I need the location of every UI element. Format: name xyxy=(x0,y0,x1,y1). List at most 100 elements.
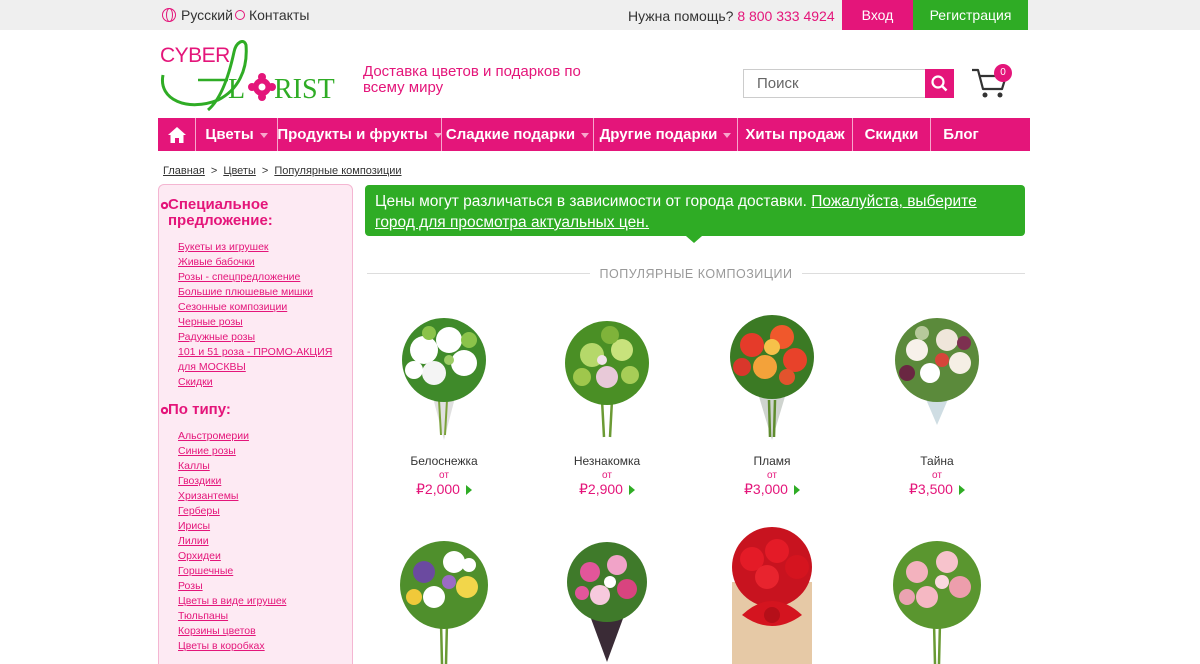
breadcrumb-home[interactable]: Главная xyxy=(163,165,205,177)
headset-icon xyxy=(234,10,245,20)
breadcrumb-flowers[interactable]: Цветы xyxy=(223,165,256,177)
phone-link[interactable]: 8 800 333 4924 xyxy=(737,8,834,24)
product-price-from: от xyxy=(439,470,449,481)
product-card[interactable]: Белоснежка от ₽2,000 xyxy=(369,305,519,499)
cart-count-badge: 0 xyxy=(994,64,1012,82)
product-card[interactable] xyxy=(369,527,519,664)
language-selector[interactable]: Русский Контакты xyxy=(162,7,309,23)
search-icon xyxy=(931,75,948,92)
city-price-notice: Цены могут различаться в зависимости от … xyxy=(365,185,1025,236)
product-card[interactable]: Тайна от ₽3,500 xyxy=(862,305,1012,499)
nav-item-label: Блог xyxy=(943,126,979,143)
sidebar-link[interactable]: Орхидеи xyxy=(178,549,348,564)
sidebar-link[interactable]: Корзины цветов xyxy=(178,624,348,639)
nav-item-other-gifts[interactable]: Другие подарки xyxy=(594,118,738,151)
sidebar-link[interactable]: Тюльпаны xyxy=(178,609,348,624)
product-name[interactable]: Незнакомка xyxy=(532,454,682,468)
product-name[interactable]: Пламя xyxy=(697,454,847,468)
sidebar-link[interactable]: Каллы xyxy=(178,459,348,474)
help-label: Нужна помощь? xyxy=(628,8,734,24)
sidebar-link[interactable]: Розы xyxy=(178,579,348,594)
nav-item-discounts[interactable]: Скидки xyxy=(853,118,931,151)
chevron-down-icon xyxy=(259,133,268,138)
nav-home[interactable] xyxy=(158,118,196,151)
nav-item-label: Скидки xyxy=(864,126,919,143)
breadcrumb-current[interactable]: Популярные композиции xyxy=(274,165,401,177)
product-image[interactable] xyxy=(862,305,1012,445)
sidebar-type-title: По типу: xyxy=(168,401,231,418)
nav-item-label: Продукты и фрукты xyxy=(277,126,428,143)
product-price-from: от xyxy=(602,470,612,481)
breadcrumb: Главная > Цветы > Популярные композиции xyxy=(163,165,402,177)
sidebar-link[interactable]: Большие плюшевые мишки xyxy=(178,285,348,300)
sidebar: Специальное предложение: Букеты из игруш… xyxy=(158,184,353,664)
language-label[interactable]: Русский xyxy=(181,7,233,23)
product-card[interactable]: Пламя от ₽3,000 xyxy=(697,305,847,499)
play-arrow-icon[interactable] xyxy=(628,484,635,495)
sidebar-link[interactable]: Живые бабочки xyxy=(178,255,348,270)
nav-item-flowers[interactable]: Цветы xyxy=(196,118,278,151)
sidebar-link[interactable]: Цветы в коробках xyxy=(178,639,348,654)
sidebar-link[interactable]: Горшечные xyxy=(178,564,348,579)
notice-pointer xyxy=(686,236,702,243)
sidebar-link[interactable]: Ирисы xyxy=(178,519,348,534)
product-card[interactable] xyxy=(697,527,847,664)
product-card[interactable] xyxy=(862,527,1012,664)
section-title-text: ПОПУЛЯРНЫЕ КОМПОЗИЦИИ xyxy=(589,267,803,281)
globe-icon xyxy=(162,8,176,22)
product-price-from: от xyxy=(767,470,777,481)
sidebar-link[interactable]: Хризантемы xyxy=(178,489,348,504)
sidebar-link[interactable]: Черные розы xyxy=(178,315,348,330)
sidebar-link[interactable]: Лилии xyxy=(178,534,348,549)
sidebar-type-heading: По типу: xyxy=(160,401,231,418)
nav-item-products[interactable]: Продукты и фрукты xyxy=(277,118,442,151)
product-image[interactable] xyxy=(369,527,519,664)
product-name[interactable]: Белоснежка xyxy=(369,454,519,468)
svg-text:L: L xyxy=(228,74,245,105)
product-card[interactable]: Незнакомка от ₽2,900 xyxy=(532,305,682,499)
sidebar-link[interactable]: Розы - спецпредложение xyxy=(178,270,348,285)
sidebar-link[interactable]: Гвоздики xyxy=(178,474,348,489)
play-arrow-icon[interactable] xyxy=(958,484,965,495)
sidebar-link[interactable]: Альстромерии xyxy=(178,429,348,444)
site-tagline: Доставка цветов и подарков по всему миру xyxy=(363,63,581,96)
sidebar-link[interactable]: Синие розы xyxy=(178,444,348,459)
flower-icon xyxy=(160,406,169,415)
contacts-link[interactable]: Контакты xyxy=(249,7,309,23)
sidebar-special-list: Букеты из игрушек Живые бабочки Розы - с… xyxy=(178,240,348,390)
product-image[interactable] xyxy=(697,527,847,664)
nav-item-bestsellers[interactable]: Хиты продаж xyxy=(738,118,853,151)
sidebar-link[interactable]: Букеты из игрушек xyxy=(178,240,348,255)
sidebar-link[interactable]: Радужные розы xyxy=(178,330,348,345)
nav-item-sweets[interactable]: Сладкие подарки xyxy=(442,118,594,151)
sidebar-link[interactable]: Цветы в виде игрушек xyxy=(178,594,348,609)
product-price-value: ₽2,900 xyxy=(579,481,623,497)
site-logo[interactable]: CYBER RIST L xyxy=(158,40,348,115)
product-image[interactable] xyxy=(697,305,847,445)
chevron-down-icon xyxy=(581,133,590,138)
search-button[interactable] xyxy=(925,69,954,98)
sidebar-link[interactable]: Скидки xyxy=(178,375,348,390)
nav-item-blog[interactable]: Блог xyxy=(931,118,991,151)
product-card[interactable] xyxy=(532,527,682,664)
sidebar-link[interactable]: Герберы xyxy=(178,504,348,519)
product-price-value: ₽3,500 xyxy=(909,481,953,497)
search-input[interactable] xyxy=(743,69,925,98)
product-price-value: ₽3,000 xyxy=(744,481,788,497)
product-image[interactable] xyxy=(532,527,682,664)
sidebar-link[interactable]: Сезонные композиции xyxy=(178,300,348,315)
home-icon xyxy=(167,126,186,143)
register-button[interactable]: Регистрация xyxy=(913,0,1028,30)
product-image[interactable] xyxy=(532,305,682,445)
sidebar-type-list: Альстромерии Синие розы Каллы Гвоздики Х… xyxy=(178,429,348,654)
section-title: ПОПУЛЯРНЫЕ КОМПОЗИЦИИ xyxy=(367,265,1025,281)
login-button[interactable]: Вход xyxy=(842,0,913,30)
help-line: Нужна помощь? 8 800 333 4924 xyxy=(628,8,835,24)
product-image[interactable] xyxy=(862,527,1012,664)
play-arrow-icon[interactable] xyxy=(465,484,472,495)
product-price: ₽3,500 xyxy=(909,481,965,498)
sidebar-link[interactable]: 101 и 51 роза - ПРОМО-АКЦИЯ для МОСКВЫ xyxy=(178,345,348,375)
product-name[interactable]: Тайна xyxy=(862,454,1012,468)
play-arrow-icon[interactable] xyxy=(793,484,800,495)
product-image[interactable] xyxy=(369,305,519,445)
